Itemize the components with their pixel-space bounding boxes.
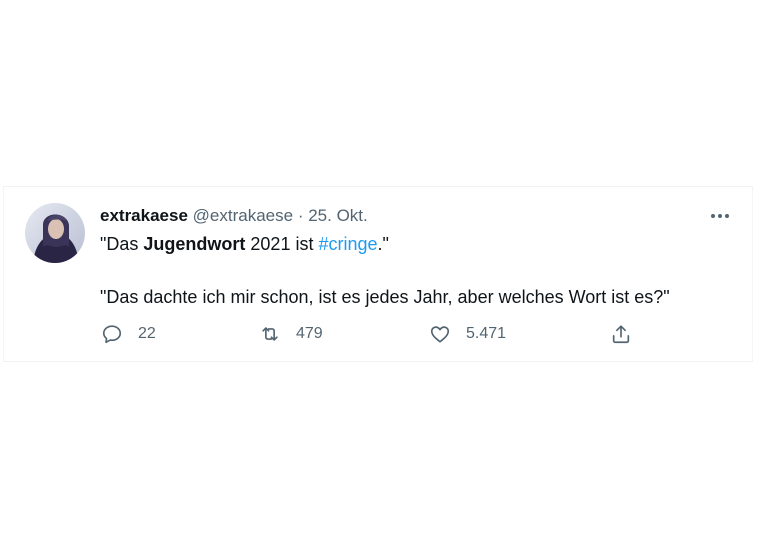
tweet-header: extrakaese @extrakaese · 25. Okt.	[100, 205, 368, 227]
tweet-date[interactable]: 25. Okt.	[308, 206, 368, 225]
reply-bubble-icon	[102, 325, 122, 344]
text-prefix: "Das	[100, 234, 144, 254]
avatar-image	[25, 203, 85, 263]
share-icon	[612, 325, 630, 344]
retweet-count: 479	[296, 325, 323, 342]
heart-icon	[430, 326, 450, 343]
tweet-text-line-1: "Das Jugendwort 2021 ist #cringe."	[100, 232, 389, 256]
tweet-card[interactable]: extrakaese @extrakaese · 25. Okt. "Das J…	[3, 186, 753, 362]
more-options-button[interactable]	[708, 205, 732, 227]
like-count: 5.471	[466, 325, 507, 342]
tweet-text-line-2: "Das dachte ich mir schon, ist es jedes …	[100, 287, 670, 307]
retweet-button[interactable]: 479	[259, 322, 323, 346]
reply-button[interactable]: 22	[101, 322, 156, 346]
separator: ·	[297, 206, 304, 225]
retweet-icon	[262, 327, 278, 341]
avatar[interactable]	[25, 203, 85, 263]
hashtag-link[interactable]: #cringe	[318, 234, 377, 254]
share-button[interactable]	[610, 322, 632, 346]
more-horizontal-icon	[711, 214, 729, 218]
display-name[interactable]: extrakaese	[100, 206, 188, 225]
reply-count: 22	[138, 325, 156, 342]
handle[interactable]: @extrakaese	[193, 206, 293, 225]
text-bold-word: Jugendwort	[143, 234, 246, 254]
text-suffix: ."	[377, 234, 389, 254]
text-middle: 2021 ist	[245, 234, 319, 254]
like-button[interactable]: 5.471	[429, 322, 506, 346]
